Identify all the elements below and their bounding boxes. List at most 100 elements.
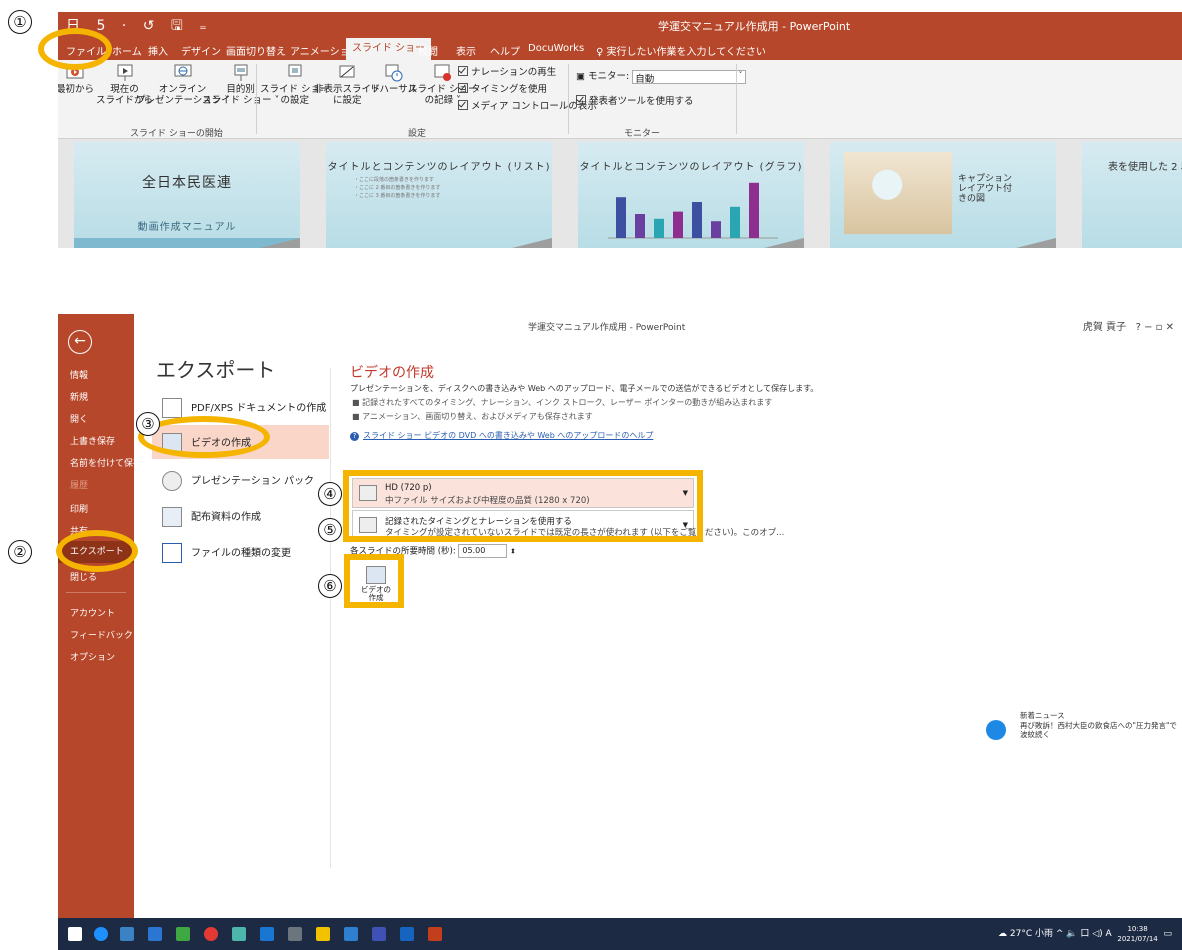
news-icon [986, 720, 1006, 740]
record-label-2: の記録 ˅ [424, 95, 461, 106]
tab-transitions[interactable]: 画面切り替え [226, 43, 286, 58]
powerpoint-icon[interactable] [428, 927, 442, 941]
sidebar-divider [66, 592, 126, 593]
edge-icon[interactable] [94, 927, 108, 941]
step-number-4: ④ [318, 482, 342, 506]
step-number-5: ⑤ [318, 518, 342, 542]
export-option-handouts[interactable]: 配布資料の作成 [162, 507, 261, 527]
setup-label-2: の設定 [280, 95, 310, 106]
word-icon[interactable] [400, 927, 414, 941]
use-timings-label: タイミングを使用 [471, 84, 548, 95]
sidebar-item-save-as[interactable]: 名前を付けて保存 [70, 456, 142, 469]
slide-thumbnail-1[interactable]: 全日本民医連 動画作成マニュアル [74, 142, 300, 248]
notification-icon[interactable]: ▭ [1163, 929, 1172, 939]
sidebar-item-open[interactable]: 開く [70, 412, 88, 425]
tab-docuworks[interactable]: DocuWorks [528, 43, 584, 54]
mail-icon[interactable] [120, 927, 134, 941]
thumbnail-corner [1016, 238, 1056, 248]
seconds-spinner[interactable]: 05.00 [458, 544, 508, 558]
use-timings-checkbox[interactable]: タイミングを使用 [458, 81, 547, 95]
spinner-arrows-icon[interactable]: ⬍ [510, 548, 516, 556]
app-icon[interactable] [232, 927, 246, 941]
system-tray[interactable]: ☁ 27°C 小雨 ^ 🔈 口 ◁) A 10:38 2021/07/14 ▭ [998, 918, 1172, 950]
outlook-icon[interactable] [148, 927, 162, 941]
custom-label-1: 目的別 [226, 84, 255, 95]
tab-home[interactable]: ホーム [112, 43, 142, 58]
window-controls: 虎賀 貢子 ? − ▫ ✕ [1083, 318, 1174, 333]
slide-title: タイトルとコンテンツのレイアウト (グラフ) [579, 162, 803, 173]
windows-taskbar: ☁ 27°C 小雨 ^ 🔈 口 ◁) A 10:38 2021/07/14 ▭ [58, 918, 1182, 950]
sidebar-item-account[interactable]: アカウント [70, 606, 115, 619]
graph-bar [673, 211, 683, 238]
export-option-pdf[interactable]: PDF/XPS ドキュメントの作成 [162, 398, 326, 418]
back-arrow-icon[interactable]: ← [68, 330, 92, 354]
backstage-screenshot: ← 情報 新規 開く 上書き保存 名前を付けて保存 履歴 印刷 共有 エクスポー… [58, 314, 1182, 918]
sidebar-item-options[interactable]: オプション [70, 650, 115, 663]
graph-bar [635, 214, 645, 238]
slide-thumbnail-3[interactable]: タイトルとコンテンツのレイアウト (グラフ) [578, 142, 804, 248]
thumbnail-corner [512, 238, 552, 248]
monitor-row: ▣ モニター: 自動 ˅ [576, 68, 747, 85]
export-option-change-type[interactable]: ファイルの種類の変更 [162, 543, 291, 563]
sidebar-item-print[interactable]: 印刷 [70, 502, 88, 515]
app-icon[interactable] [344, 927, 358, 941]
step-1-highlight [38, 28, 112, 70]
ribbon-panel: 最初から 現在の スライドから オンライン プレゼンテーション ˅ 目的別 スラ… [58, 60, 1182, 139]
tab-help[interactable]: ヘルプ [490, 43, 520, 58]
ribbon-screenshot: 日 5 · ↺ 🖫 ₌ 学運交マニュアル作成用 - PowerPoint ファイ… [58, 12, 1182, 248]
presenter-view-checkbox[interactable]: 発表者ツールを使用する [576, 93, 694, 107]
start-icon[interactable] [68, 927, 82, 941]
step-number-1: ① [8, 10, 32, 34]
ribbon-separator [568, 64, 569, 134]
app-icon[interactable] [260, 927, 274, 941]
tab-insert[interactable]: 挿入 [148, 43, 168, 58]
rehearse-timer-icon [385, 64, 403, 82]
clock: 10:38 2021/07/14 [1117, 924, 1157, 944]
tab-view[interactable]: 表示 [456, 43, 476, 58]
graph-bar [654, 218, 664, 238]
panel-divider [330, 368, 331, 868]
chrome-icon[interactable] [204, 927, 218, 941]
news-toast[interactable]: 新着ニュース 再び敗訴！西村大臣の飲食店への"圧力発言"で 波紋続く [986, 706, 1182, 756]
step-number-3: ③ [136, 412, 160, 436]
online-globe-icon [174, 64, 192, 77]
sidebar-item-feedback[interactable]: フィードバック [70, 628, 133, 641]
tray-status: ☁ 27°C 小雨 ^ 🔈 口 ◁) A [998, 929, 1112, 939]
docuworks-icon[interactable] [176, 927, 190, 941]
slide-thumbnail-2[interactable]: タイトルとコンテンツのレイアウト (リスト) ・ここに段落の箇条書きを作ります … [326, 142, 552, 248]
clock-time: 10:38 [1127, 924, 1148, 933]
sidebar-item-save[interactable]: 上書き保存 [70, 434, 115, 447]
help-icon: ? [350, 432, 359, 441]
group-label-settings: 設定 [408, 129, 427, 139]
graph-bar [730, 206, 740, 238]
bullet-line: ・ここに 3 番目の箇条書きを作ります [354, 193, 441, 199]
cd-package-icon [162, 471, 182, 491]
window-buttons[interactable]: ? − ▫ ✕ [1136, 322, 1174, 333]
app-icon[interactable] [372, 927, 386, 941]
tab-review[interactable]: 校閲 [418, 43, 438, 58]
custom-slideshow-icon [234, 64, 248, 81]
beach-photo [844, 152, 952, 234]
export-option-package[interactable]: プレゼンテーション パック [162, 471, 314, 491]
video-section-title: ビデオの作成 [350, 365, 434, 381]
tab-design[interactable]: デザイン [181, 43, 221, 58]
sidebar-item-new[interactable]: 新規 [70, 390, 88, 403]
slide-thumbnail-5[interactable]: 表を使用した 2 段 [1082, 142, 1182, 248]
sidebar-item-info[interactable]: 情報 [70, 368, 88, 381]
user-name[interactable]: 虎賀 貢子 [1083, 322, 1126, 333]
monitor-select[interactable]: 自動 ˅ [632, 69, 747, 85]
slide-thumbnails: 全日本民医連 動画作成マニュアル タイトルとコンテンツのレイアウト (リスト) … [58, 139, 1182, 248]
video-help-link[interactable]: ? スライド ショー ビデオの DVD への書き込みや Web へのアップロードの… [350, 430, 653, 441]
ribbon-separator [256, 64, 257, 134]
graph-bar [616, 197, 626, 238]
explorer-icon[interactable] [316, 927, 330, 941]
setup-icon [288, 64, 302, 77]
handouts-icon [162, 507, 182, 527]
tell-me-search[interactable]: ♀ 実行したい作業を入力してください [596, 43, 766, 58]
play-current-icon [117, 64, 132, 81]
sidebar-item-history[interactable]: 履歴 [70, 478, 88, 491]
narration-checkbox[interactable]: ナレーションの再生 [458, 64, 556, 78]
app-icon[interactable] [288, 927, 302, 941]
slide-thumbnail-4[interactable]: キャプション レイアウト付きの図 [830, 142, 1056, 248]
window-title: 学運交マニュアル作成用 - PowerPoint [528, 323, 686, 333]
